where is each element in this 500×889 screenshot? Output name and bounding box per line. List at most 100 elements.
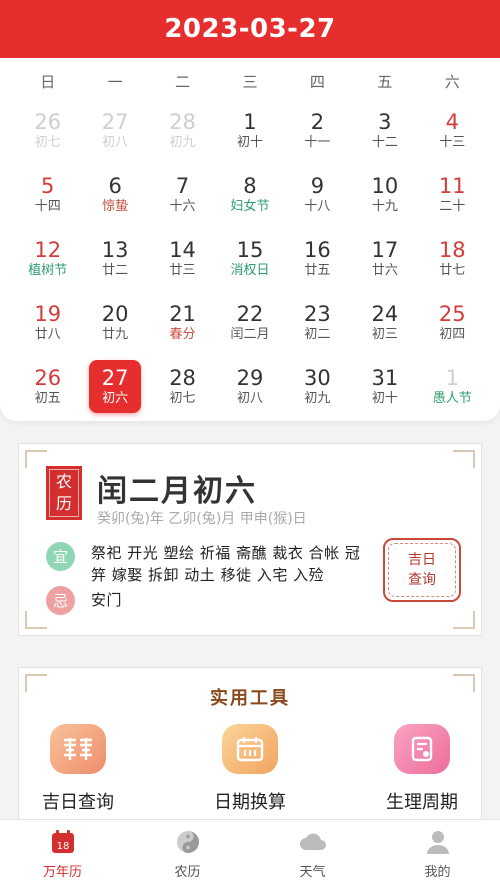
day-cell[interactable]: 18 廿七 [426,232,478,285]
day-cell[interactable]: 23 初二 [291,296,343,349]
tool-period-cycle[interactable]: 生理周期 [367,724,477,814]
day-lunar-label: 初五 [34,390,61,406]
day-cell[interactable]: 28 初七 [157,360,209,413]
tab-weather[interactable]: 天气 [250,820,375,889]
day-lunar-label: 初八 [236,390,263,406]
day-cell[interactable]: 20 廿九 [89,296,141,349]
day-number: 6 [108,173,122,198]
tool-date-convert[interactable]: 日期换算 [195,724,305,814]
lunar-badge-top: 农 [55,472,72,491]
day-cell[interactable]: 10 十九 [359,168,411,221]
ornament-corner [453,450,475,468]
day-number: 26 [34,365,62,390]
day-number: 25 [438,301,466,326]
tab-calendar[interactable]: 18 万年历 [0,820,125,889]
date-header[interactable]: 2023-03-27 [0,0,500,58]
day-lunar-label: 十一 [304,134,331,150]
day-cell[interactable]: 22 闰二月 [224,296,276,349]
day-lunar-label: 初七 [34,134,61,150]
bottom-tab-bar: 18 万年历 农历 天气 我的 [0,819,500,889]
day-lunar-label: 初七 [169,390,196,406]
day-cell[interactable]: 30 初九 [291,360,343,413]
lunar-badge-bottom: 历 [55,494,72,513]
suitable-tag: 宜 [46,542,75,571]
day-lunar-label: 初四 [439,326,466,342]
day-lunar-label: 初三 [371,326,398,342]
day-cell[interactable]: 28 初九 [157,104,209,157]
tool-label: 吉日查询 [42,792,114,813]
day-number: 13 [101,237,129,262]
tool-label: 生理周期 [386,792,458,813]
day-cell[interactable]: 12 植树节 [22,232,74,285]
day-number: 30 [304,365,331,390]
day-cell[interactable]: 25 初四 [426,296,478,349]
day-lunar-label: 闰二月 [230,326,270,342]
tab-label: 农历 [174,865,201,880]
weekday-label: 日 [40,72,56,91]
day-number: 10 [371,173,399,198]
day-cell[interactable]: 6 惊蛰 [89,168,141,221]
weekday-row: 日 一 二 三 四 五 六 [0,58,500,104]
calendar-icon [222,724,278,774]
day-cell[interactable]: 3 十二 [359,104,411,157]
day-number: 5 [41,173,55,198]
day-lunar-label: 初九 [169,134,196,150]
day-lunar-label: 植树节 [28,262,68,278]
day-cell[interactable]: 15 消权日 [224,232,276,285]
tab-lunar[interactable]: 农历 [125,820,250,889]
day-lunar-label: 春分 [169,326,196,342]
day-cell[interactable]: 5 十四 [22,168,74,221]
day-lunar-label: 廿九 [102,326,129,342]
day-cell[interactable]: 16 廿五 [291,232,343,285]
weekday-label: 二 [175,72,191,91]
day-cell[interactable]: 17 廿六 [359,232,411,285]
day-number: 3 [378,109,392,134]
day-cell[interactable]: 21 春分 [157,296,209,349]
day-cell[interactable]: 1 初十 [224,104,276,157]
day-cell[interactable]: 9 十八 [291,168,343,221]
day-lunar-label: 廿五 [304,262,331,278]
day-number: 7 [175,173,190,198]
day-lunar-label: 十九 [371,198,398,214]
suitable-row: 宜 祭祀 开光 塑绘 祈福 斋醮 裁衣 合帐 冠笄 嫁娶 拆卸 动土 移徙 入宅… [46,542,371,586]
day-cell[interactable]: 8 妇女节 [224,168,276,221]
day-number: 11 [438,173,466,198]
day-cell[interactable]: 13 廿二 [89,232,141,285]
tab-label: 我的 [424,865,451,880]
day-cell[interactable]: 26 初七 [22,104,74,157]
day-number: 15 [236,237,264,262]
weekday-label: 一 [107,72,123,91]
day-cell[interactable]: 4 十三 [426,104,478,157]
tab-profile[interactable]: 我的 [375,820,500,889]
day-lunar-label: 初十 [371,390,398,406]
day-cell[interactable]: 31 初十 [359,360,411,413]
cloud-icon [299,833,326,850]
day-number: 14 [169,237,196,262]
weekday-label: 四 [309,72,325,91]
day-lunar-label: 惊蛰 [102,198,129,214]
day-cell[interactable]: 1 愚人节 [426,360,478,413]
day-cell[interactable]: 7 十六 [157,168,209,221]
day-cell-selected[interactable]: 27 初六 [89,360,142,413]
day-cell[interactable]: 24 初三 [359,296,411,349]
day-lunar-label: 愚人节 [432,390,472,406]
day-cell[interactable]: 11 二十 [426,168,478,221]
day-lunar-label: 初九 [304,390,331,406]
day-lunar-label: 初二 [304,326,331,342]
day-number: 12 [34,237,62,262]
day-lunar-label: 廿三 [169,262,196,278]
day-cell[interactable]: 27 初八 [89,104,141,157]
day-cell[interactable]: 19 廿八 [22,296,74,349]
weekday-label: 三 [242,72,258,91]
day-cell[interactable]: 29 初八 [224,360,276,413]
tool-lucky-day[interactable]: 吉日查询 [23,724,133,814]
day-number: 1 [243,109,257,134]
avoid-row: 忌 安门 [46,586,371,615]
day-number: 8 [243,173,257,198]
stamp-line: 查询 [408,572,436,588]
day-cell[interactable]: 2 十一 [291,104,343,157]
day-cell[interactable]: 14 廿三 [157,232,209,285]
day-number: 19 [34,301,62,326]
day-cell[interactable]: 26 初五 [22,360,74,413]
lucky-day-stamp-button[interactable]: 吉日 查询 [383,538,461,602]
